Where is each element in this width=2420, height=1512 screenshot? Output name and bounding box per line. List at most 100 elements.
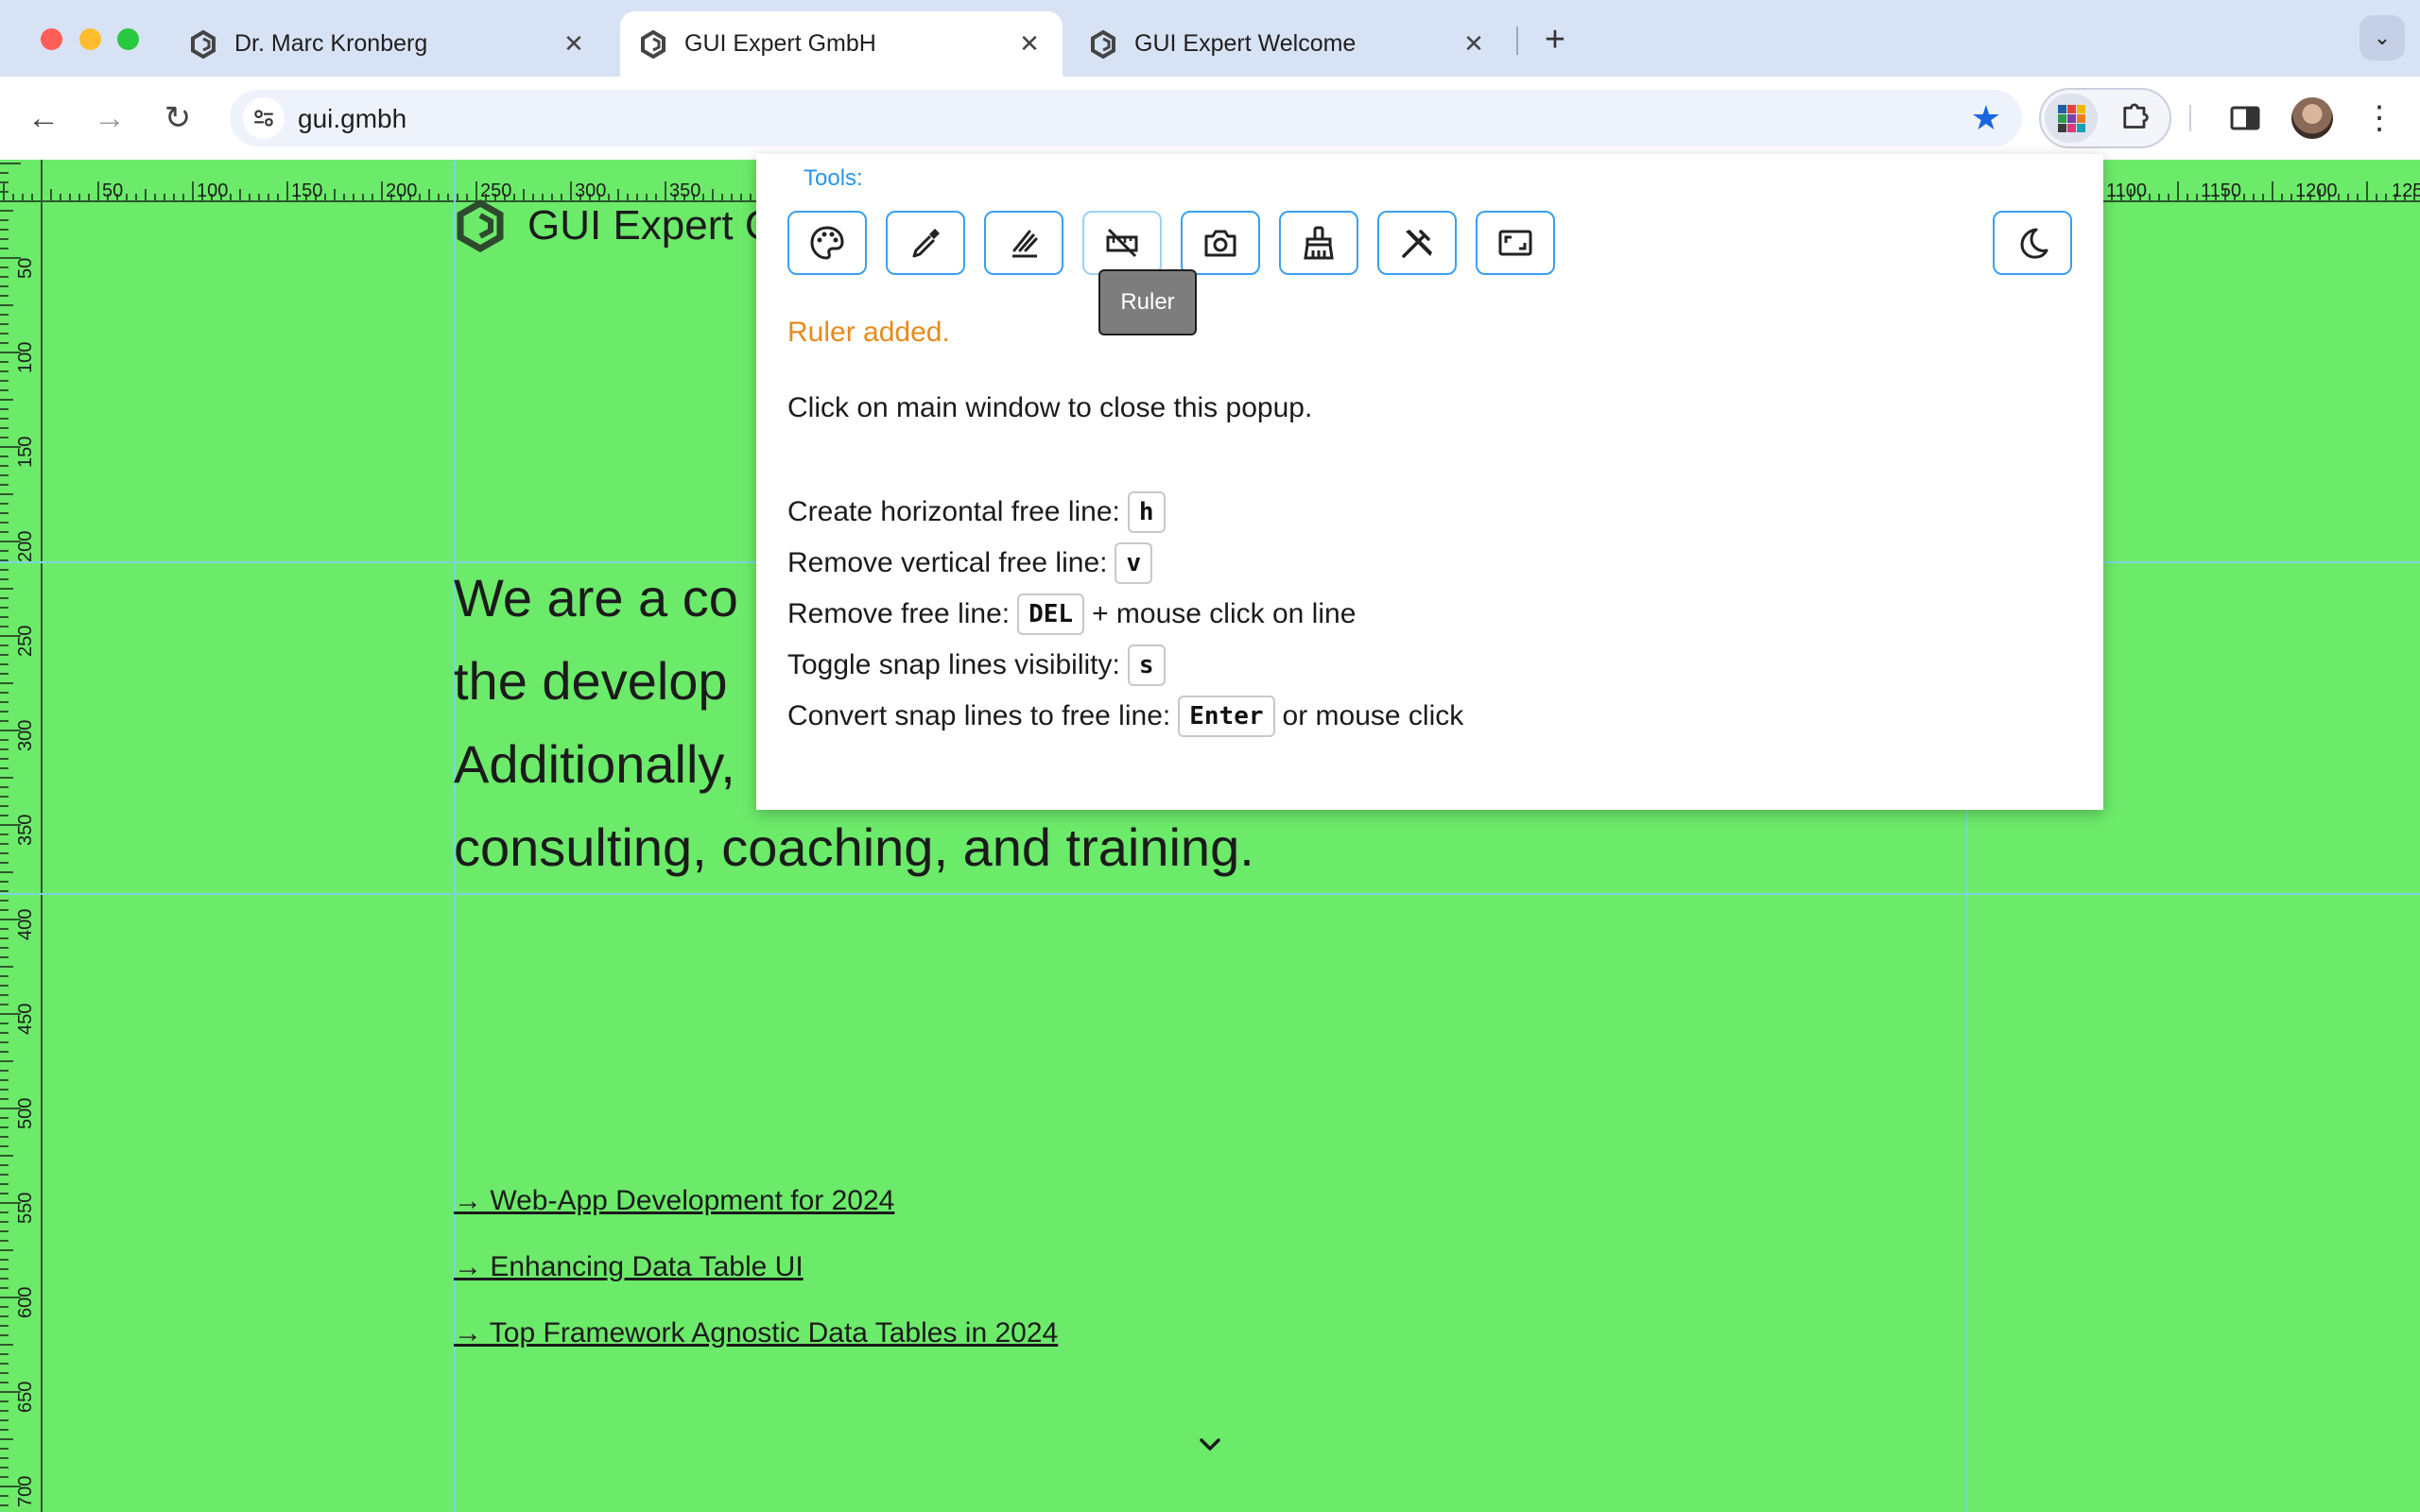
profile-avatar[interactable]: [2291, 97, 2333, 139]
crossed-tools-icon: [1402, 230, 1432, 258]
bookmark-star-icon[interactable]: ★: [1971, 99, 2001, 137]
ruler-left-label: 500: [15, 1097, 36, 1129]
site-settings-icon[interactable]: [243, 97, 285, 139]
forward-button[interactable]: →: [87, 95, 132, 141]
link-top-framework-data-tables[interactable]: → Top Framework Agnostic Data Tables in …: [454, 1300, 1058, 1366]
shortcut-row: Toggle snap lines visibility: s: [787, 640, 1463, 691]
snap-line-horizontal[interactable]: [0, 893, 2420, 895]
extensions-puzzle-icon[interactable]: [2118, 97, 2152, 140]
article-links: → Web-App Development for 2024 → Enhanci…: [454, 1168, 1058, 1366]
shortcut-suffix: or mouse click: [1282, 700, 1464, 731]
shortcut-list: Create horizontal free line: h Remove ve…: [787, 487, 1463, 742]
brand-name: GUI Expert G: [527, 202, 778, 249]
shortcut-key: v: [1115, 542, 1153, 584]
tab-gui-expert-gmbh[interactable]: GUI Expert GmbH ✕: [620, 11, 1063, 77]
extension-grid-cell: [2057, 123, 2066, 132]
extension-grid-cell: [2076, 104, 2085, 113]
palette-button[interactable]: [787, 211, 867, 275]
link-enhancing-data-table-ui[interactable]: → Enhancing Data Table UI: [454, 1234, 1058, 1300]
side-panel-icon[interactable]: [2226, 99, 2264, 137]
ruler-left-label: 450: [15, 1003, 36, 1035]
shortcut-label: Remove free line:: [787, 598, 1011, 629]
extension-grid-cell: [2057, 113, 2066, 123]
shortcut-label: Remove vertical free line:: [787, 547, 1108, 578]
shortcut-key: h: [1127, 491, 1166, 533]
tab-close-icon[interactable]: ✕: [560, 29, 588, 59]
hero-line: consulting, coaching, and training.: [454, 817, 1254, 877]
ruler-top-label: 1150: [2201, 180, 2242, 201]
tab-close-icon[interactable]: ✕: [1015, 29, 1044, 59]
viewport-button[interactable]: [1476, 211, 1555, 275]
address-bar[interactable]: gui.gmbh ★: [230, 90, 2022, 146]
shortcut-row: Create horizontal free line: h: [787, 487, 1463, 538]
shortcut-label: Create horizontal free line:: [787, 496, 1120, 527]
ruler-top-label: 50: [102, 180, 124, 201]
gui-expert-favicon-icon: [189, 29, 217, 59]
screenshot-button[interactable]: [1181, 211, 1260, 275]
brush-icon: [1304, 226, 1334, 260]
tab-gui-expert-welcome[interactable]: GUI Expert Welcome ✕: [1070, 11, 1507, 77]
shortcut-suffix: + mouse click on line: [1092, 598, 1357, 629]
tab-divider: [1516, 26, 1518, 55]
gui-expert-favicon-icon: [1089, 29, 1117, 59]
extension-grid-cell: [2057, 104, 2066, 113]
status-message: Ruler added.: [787, 317, 950, 348]
ruler-left-label: 200: [15, 530, 36, 562]
close-hint: Click on main window to close this popup…: [787, 392, 1313, 423]
toolbar-divider: [2189, 105, 2191, 131]
gui-expert-logo-icon: [457, 199, 504, 252]
browser-toolbar: ← → ↻ gui.gmbh ★ ⋮: [0, 77, 2420, 160]
tab-dr-marc-kronberg[interactable]: Dr. Marc Kronberg ✕: [170, 11, 607, 77]
extension-grid-cell: [2076, 113, 2085, 123]
tab-close-icon[interactable]: ✕: [1460, 29, 1488, 59]
back-button[interactable]: ←: [21, 95, 66, 141]
gui-expert-extension-button[interactable]: [2045, 94, 2098, 143]
shortcut-label: Convert snap lines to free line:: [787, 700, 1171, 731]
eyedropper-button[interactable]: [886, 211, 965, 275]
url-text[interactable]: gui.gmbh: [298, 104, 406, 134]
design-tool-icon: [1012, 230, 1038, 258]
ruler-top-label: 150: [291, 180, 323, 201]
tab-title: GUI Expert Welcome: [1134, 30, 1357, 57]
shortcut-row: Convert snap lines to free line: Enter o…: [787, 691, 1463, 742]
design-tool-button[interactable]: [984, 211, 1063, 275]
tools-label: Tools:: [804, 165, 863, 191]
extension-grid-cell: [2066, 113, 2076, 123]
browser-menu-icon[interactable]: ⋮: [2363, 97, 2395, 139]
shortcut-key: DEL: [1017, 593, 1085, 635]
link-web-app-development[interactable]: → Web-App Development for 2024: [454, 1168, 1058, 1234]
ruler-left-label: 150: [15, 436, 36, 468]
shortcut-label: Toggle snap lines visibility:: [787, 649, 1120, 680]
extension-grid-icon: [2057, 104, 2085, 132]
tab-search-button[interactable]: ⌄: [2360, 15, 2405, 60]
site-brand[interactable]: GUI Expert G: [454, 199, 777, 252]
extension-grid-cell: [2066, 104, 2076, 113]
tab-title: GUI Expert GmbH: [684, 30, 876, 57]
ruler-button[interactable]: [1082, 211, 1162, 275]
eyedropper-icon: [912, 229, 940, 258]
ruler-left-label: 350: [15, 814, 36, 846]
ruler-left-label: 250: [15, 625, 36, 657]
shortcut-row: Remove free line: DEL + mouse click on l…: [787, 589, 1463, 640]
reload-button[interactable]: ↻: [155, 95, 200, 141]
close-window-button[interactable]: [41, 28, 62, 50]
ruler-left-label: 50: [15, 257, 36, 279]
scroll-down-chevron-icon[interactable]: [1195, 1430, 1225, 1460]
ruler-left-label: 550: [15, 1192, 36, 1224]
dark-mode-button[interactable]: [1993, 211, 2072, 275]
new-tab-button[interactable]: +: [1536, 20, 1574, 60]
camera-icon: [1204, 230, 1236, 257]
extension-popup: Tools: Ruler Ruler added. Click on main …: [756, 154, 2103, 810]
shortcut-row: Remove vertical free line: v: [787, 538, 1463, 589]
ruler-left-label: 650: [15, 1381, 36, 1413]
ruler-top-label: 100: [197, 180, 229, 201]
ruler-top-label: 1200: [2295, 180, 2338, 201]
maximize-window-button[interactable]: [117, 28, 139, 50]
minimize-window-button[interactable]: [79, 28, 101, 50]
ruler-left-label: 700: [15, 1475, 36, 1507]
ruler-left-label: 400: [15, 908, 36, 940]
clean-button[interactable]: [1279, 211, 1358, 275]
shortcut-key: Enter: [1178, 696, 1275, 737]
extension-grid-cell: [2076, 123, 2085, 132]
tools-button[interactable]: [1377, 211, 1457, 275]
